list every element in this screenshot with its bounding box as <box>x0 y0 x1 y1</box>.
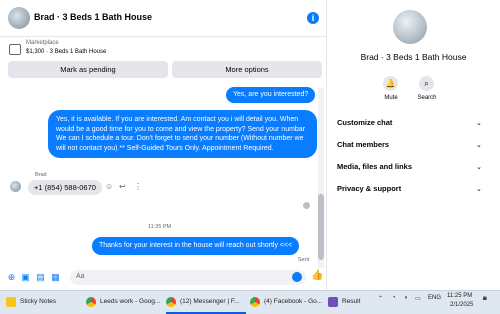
chevron-up-icon[interactable]: ⌃ <box>378 295 383 302</box>
volume-icon[interactable]: ◖ <box>404 295 408 301</box>
sidebar-row-customize[interactable]: Customize chat <box>337 118 392 127</box>
emoji-icon[interactable] <box>292 272 302 282</box>
network-icon[interactable]: ◔ <box>392 295 396 301</box>
message-outgoing: Yes, are you interested? <box>226 87 316 103</box>
avatar[interactable] <box>8 7 30 29</box>
sent-status: Sent <box>298 257 310 263</box>
more-icon[interactable]: ⋮ <box>134 182 142 191</box>
marketplace-label: Marketplace <box>26 40 59 46</box>
result-icon <box>328 296 338 307</box>
chevron-down-icon[interactable]: ⌄ <box>476 119 482 127</box>
message-input[interactable]: Aa <box>70 270 306 285</box>
react-icon[interactable]: ☺ <box>105 182 113 191</box>
search-icon[interactable]: ⌕ <box>419 76 434 91</box>
sidebar-row-members[interactable]: Chat members <box>337 140 389 149</box>
listing-title[interactable]: $1,300 · 3 Beds 1 Bath House <box>26 49 106 55</box>
taskbar-label: (12) Messenger | F... <box>180 298 240 305</box>
clock-time[interactable]: 11:25 PM <box>447 293 472 299</box>
like-icon[interactable]: 👍 <box>311 270 323 281</box>
taskbar-label: Result <box>342 298 361 305</box>
image-icon[interactable]: ▣ <box>20 272 31 283</box>
battery-icon[interactable]: ▭ <box>415 295 421 302</box>
taskbar-item-chrome-1[interactable]: Leeds work - Goog... <box>86 291 162 312</box>
sidebar-row-media[interactable]: Media, files and links <box>337 162 412 171</box>
chevron-down-icon[interactable]: ⌄ <box>476 185 482 193</box>
clock-date[interactable]: 2/1/2025 <box>450 302 473 308</box>
marketplace-icon <box>9 44 21 55</box>
sticky-notes-icon <box>6 296 16 307</box>
message-incoming: +1 (854) 588-0670 <box>28 180 102 195</box>
chat-title[interactable]: Brad · 3 Beds 1 Bath House <box>34 12 152 22</box>
sidebar-row-privacy[interactable]: Privacy & support <box>337 184 401 193</box>
chrome-icon <box>250 296 260 307</box>
sticker-icon[interactable]: ▤ <box>35 272 46 283</box>
message-outgoing: Yes, it is available. If you are interes… <box>48 110 317 158</box>
language-indicator[interactable]: ENG <box>428 295 441 301</box>
sender-name: Brad <box>35 172 47 178</box>
more-options-button[interactable]: More options <box>172 61 322 78</box>
sidebar-name: Brad · 3 Beds 1 Bath House <box>360 52 467 62</box>
taskbar-label: Sticky Notes <box>20 298 57 305</box>
timestamp: 11:25 PM <box>148 224 172 230</box>
taskbar-result[interactable]: Result <box>328 291 362 312</box>
gif-icon[interactable]: ▦ <box>50 272 61 283</box>
taskbar-label: (4) Facebook - Go... <box>264 298 323 305</box>
message-placeholder: Aa <box>76 273 85 280</box>
search-label: Search <box>417 95 437 101</box>
scrollbar-thumb[interactable] <box>318 194 324 260</box>
message-outgoing: Thanks for your interest in the house wi… <box>92 237 300 255</box>
chevron-down-icon[interactable]: ⌄ <box>476 163 482 171</box>
mark-pending-button[interactable]: Mark as pending <box>8 61 168 78</box>
taskbar-item-chrome-2[interactable]: (12) Messenger | F... <box>166 291 246 314</box>
mute-label: Mute <box>384 95 398 101</box>
info-icon[interactable]: i <box>307 12 319 24</box>
sender-avatar <box>10 181 21 192</box>
sidebar-avatar[interactable] <box>393 10 427 44</box>
chevron-down-icon[interactable]: ⌄ <box>476 141 482 149</box>
taskbar-label: Leeds work - Goog... <box>100 298 161 305</box>
mute-bell-icon[interactable]: 🔔 <box>383 76 398 91</box>
chrome-icon <box>166 296 176 307</box>
notification-icon[interactable]: ◙ <box>483 296 487 302</box>
taskbar-item-sticky-notes[interactable]: Sticky Notes <box>6 291 80 312</box>
taskbar-item-chrome-3[interactable]: (4) Facebook - Go... <box>250 291 330 312</box>
reply-icon[interactable]: ↩ <box>119 182 126 191</box>
seen-indicator-icon <box>303 202 310 209</box>
chrome-icon <box>86 296 96 307</box>
plus-icon[interactable]: ⊕ <box>6 272 17 283</box>
